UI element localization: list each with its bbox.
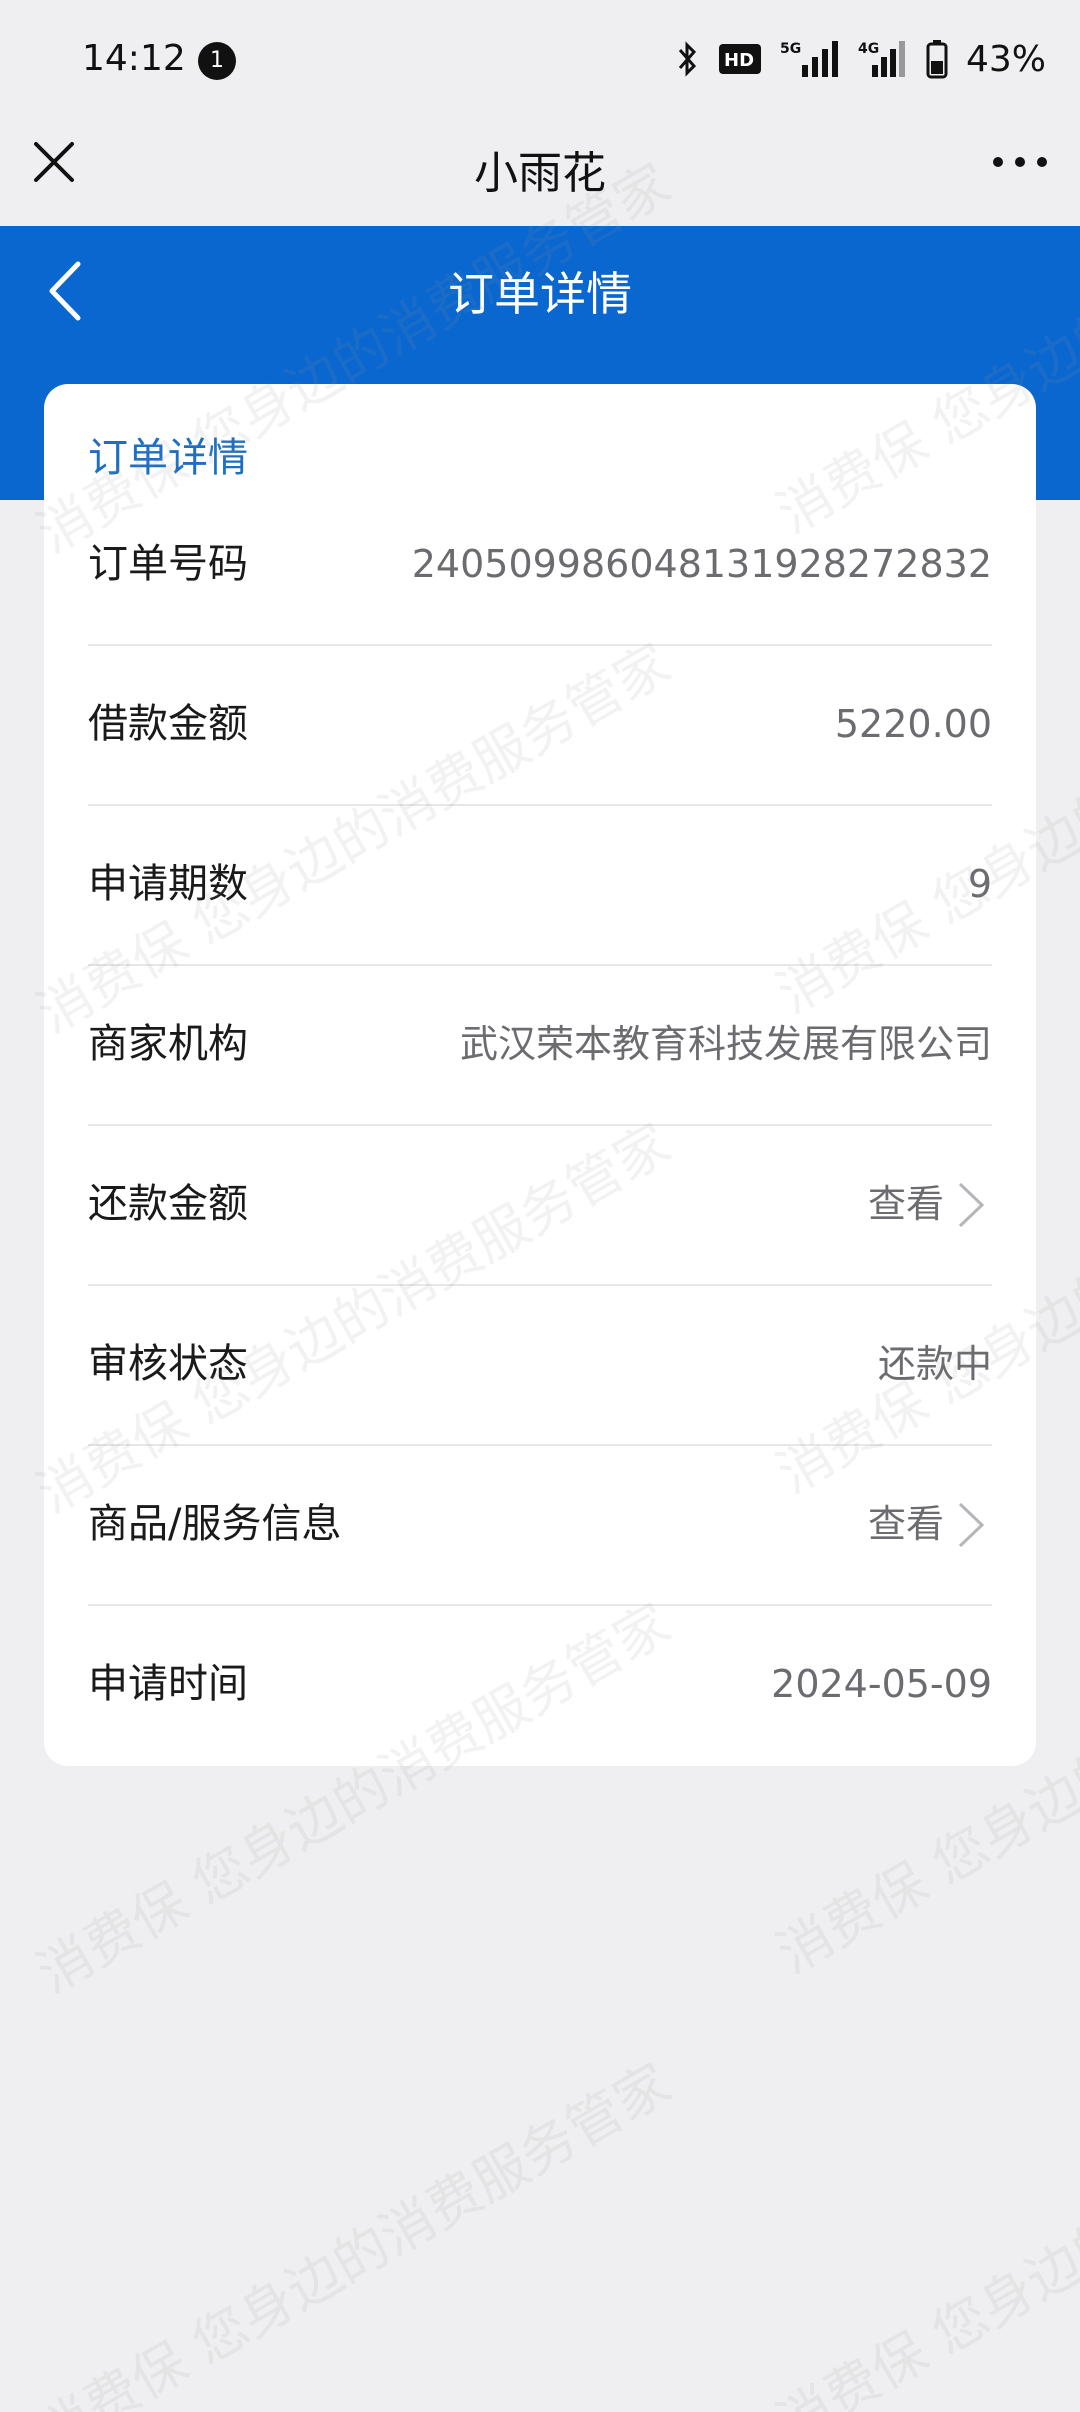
signal-4g-icon: 4G xyxy=(858,41,905,77)
more-icon[interactable] xyxy=(990,142,1050,182)
battery-icon xyxy=(926,40,948,79)
merchant-value: 武汉荣本教育科技发展有限公司 xyxy=(459,1022,992,1066)
repayment-amount-view-link[interactable]: 查看 xyxy=(868,1124,944,1284)
merchant-label: 商家机构 xyxy=(88,1021,248,1067)
page-title: 订单详情 xyxy=(448,267,632,321)
notification-badge: 1 xyxy=(198,42,236,80)
review-status-row: 审核状态 还款中 xyxy=(88,1284,992,1444)
merchant-row: 商家机构 武汉荣本教育科技发展有限公司 xyxy=(88,964,992,1124)
watermark-text: 消费保 您身边的消费服务管家 xyxy=(766,2041,1080,2412)
watermark-text: 消费保 您身边的消费服务管家 xyxy=(26,2051,681,2412)
signal-5g-icon: 5G xyxy=(780,41,838,77)
hd-icon: HD xyxy=(718,44,761,74)
status-bar: 14:12 1 HD 5G 4G 43% xyxy=(0,0,1080,124)
chevron-right-icon[interactable] xyxy=(954,1500,988,1550)
mini-program-bar: 小雨花 xyxy=(0,124,1080,226)
apply-time-value: 2024-05-09 xyxy=(771,1662,992,1706)
loan-amount-row: 借款金额 5220.00 xyxy=(88,644,992,804)
installments-value: 9 xyxy=(967,862,992,906)
hd-label: HD xyxy=(724,50,754,71)
product-info-label: 商品/服务信息 xyxy=(88,1501,342,1547)
installments-label: 申请期数 xyxy=(88,861,248,907)
installments-row: 申请期数 9 xyxy=(88,804,992,964)
mini-program-title: 小雨花 xyxy=(474,148,606,199)
review-status-label: 审核状态 xyxy=(88,1341,248,1387)
loan-amount-label: 借款金额 xyxy=(88,701,248,747)
signal-5g-label: 5G xyxy=(780,41,801,57)
product-info-row[interactable]: 商品/服务信息 查看 xyxy=(88,1444,992,1604)
order-number-label: 订单号码 xyxy=(88,541,248,587)
signal-4g-label: 4G xyxy=(858,41,879,57)
apply-time-row: 申请时间 2024-05-09 xyxy=(88,1604,992,1764)
repayment-amount-label: 还款金额 xyxy=(88,1181,248,1227)
repayment-amount-row[interactable]: 还款金额 查看 xyxy=(88,1124,992,1284)
review-status-value: 还款中 xyxy=(877,1342,992,1386)
status-icons: HD 5G 4G 43% xyxy=(676,34,1046,84)
order-number-value: 240509986048131928272832 xyxy=(411,542,992,586)
apply-time-label: 申请时间 xyxy=(88,1661,248,1707)
product-info-view-link[interactable]: 查看 xyxy=(868,1444,944,1604)
loan-amount-value: 5220.00 xyxy=(834,702,992,746)
chevron-right-icon[interactable] xyxy=(954,1180,988,1230)
status-time: 14:12 xyxy=(82,38,186,79)
section-title: 订单详情 xyxy=(88,435,248,481)
order-number-row: 订单号码 240509986048131928272832 xyxy=(88,484,992,644)
battery-percent: 43% xyxy=(965,38,1046,80)
bluetooth-icon xyxy=(678,41,697,77)
